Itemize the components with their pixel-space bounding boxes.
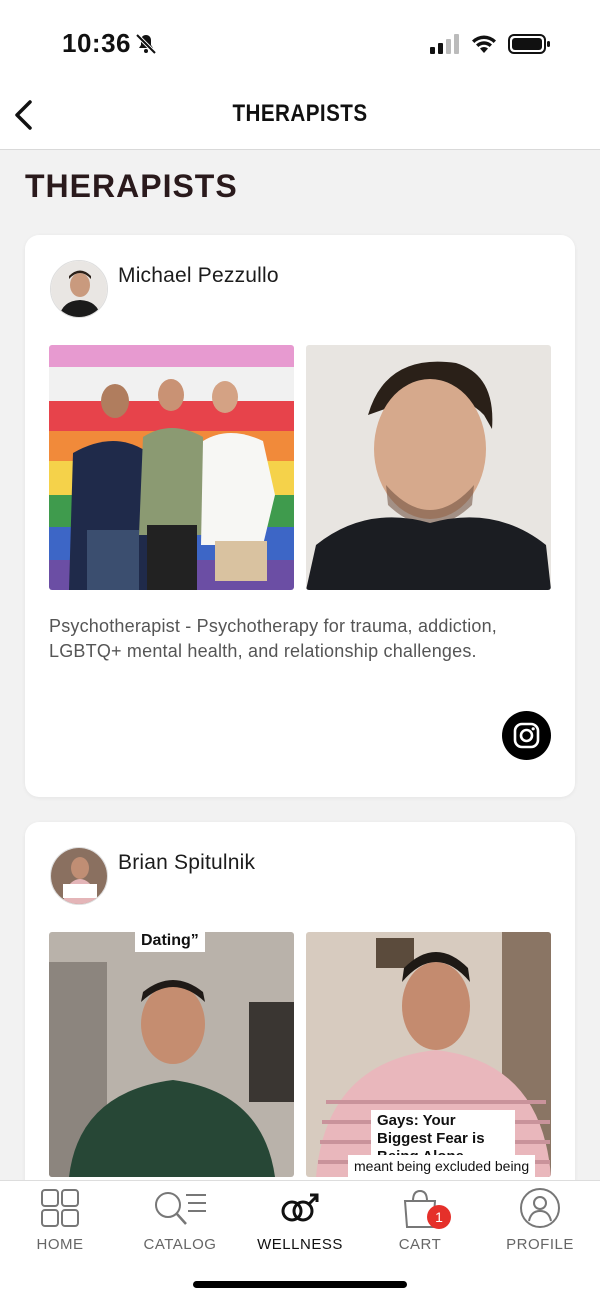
tab-label: CATALOG	[143, 1236, 217, 1253]
wifi-icon	[472, 35, 496, 53]
home-indicator	[193, 1281, 407, 1288]
instagram-icon	[513, 722, 540, 749]
tab-label: PROFILE	[506, 1236, 574, 1253]
instagram-button[interactable]	[502, 711, 551, 760]
therapist-video-thumbnail[interactable]: Dating”	[49, 932, 294, 1177]
therapist-photo-group[interactable]	[49, 345, 294, 590]
nav-title: THERAPISTS	[232, 100, 368, 127]
therapist-name: Brian Spitulnik	[118, 851, 256, 874]
video-caption: Dating”	[135, 932, 205, 952]
catalog-search-icon	[155, 1192, 206, 1225]
therapist-description: Psychotherapist - Psychotherapy for trau…	[49, 616, 498, 661]
therapist-card[interactable]: Michael Pezzullo Psychotherapist - Psych…	[25, 235, 575, 797]
tab-cart[interactable]: 1 CART	[360, 1181, 480, 1261]
therapist-avatar	[50, 260, 108, 318]
tab-wellness[interactable]: WELLNESS	[240, 1181, 360, 1261]
cellular-signal-icon	[430, 34, 459, 54]
cart-count-badge: 1	[427, 1205, 451, 1229]
therapist-card[interactable]: Brian Spitulnik Dating” Gays: Your Bigge…	[25, 822, 575, 1202]
wellness-gender-icon	[281, 1193, 319, 1222]
tab-catalog[interactable]: CATALOG	[120, 1181, 240, 1261]
therapist-video-thumbnail[interactable]: Gays: Your Biggest Fear is Being Alone m…	[306, 932, 551, 1177]
page-title: THERAPISTS	[25, 168, 238, 204]
status-time: 10:36	[62, 28, 131, 58]
tab-label: WELLNESS	[257, 1236, 343, 1253]
navigation-bar: THERAPISTS	[0, 80, 600, 150]
therapist-avatar	[50, 847, 108, 905]
back-chevron-icon[interactable]	[10, 96, 42, 134]
profile-person-icon	[520, 1188, 560, 1228]
tab-label: CART	[398, 1236, 442, 1253]
tab-home[interactable]: HOME	[0, 1181, 120, 1261]
video-caption: meant being excluded being	[348, 1155, 536, 1177]
bell-muted-icon	[135, 33, 157, 55]
battery-icon	[508, 34, 550, 54]
tab-profile[interactable]: PROFILE	[480, 1181, 600, 1261]
status-bar: 10:36	[0, 0, 600, 80]
bottom-tab-bar: HOME CATALOG WELLNESS 1 CART PROFILE	[0, 1180, 600, 1301]
therapist-photo-portrait[interactable]	[306, 345, 551, 590]
therapist-name: Michael Pezzullo	[118, 264, 279, 287]
tab-label: HOME	[36, 1236, 84, 1253]
home-grid-icon	[41, 1189, 79, 1227]
